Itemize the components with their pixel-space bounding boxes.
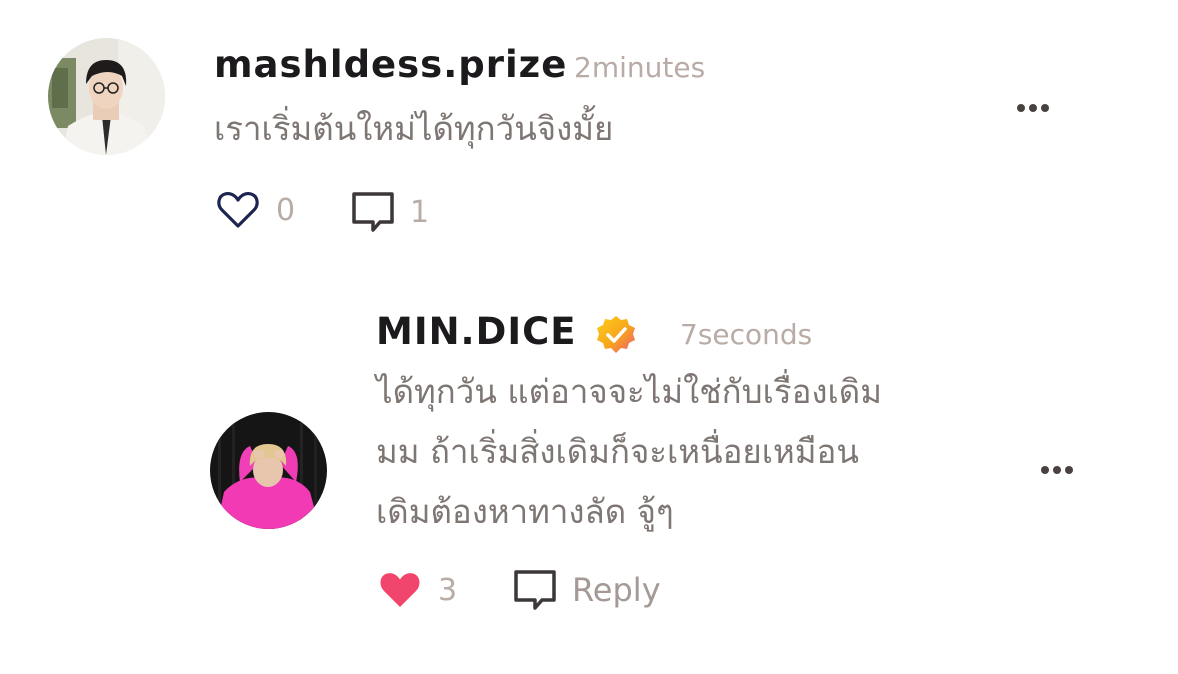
reply-username[interactable]: MIN.DICE (376, 310, 577, 353)
more-dots-icon (1017, 104, 1025, 112)
heart-filled-icon (380, 573, 420, 607)
comment-text-line: เราเริ่มต้นใหม่ได้ทุกวันจิงมั้ย (214, 109, 614, 148)
reply-text-line: เดิมต้องหาทางลัด จู้ๆ (376, 492, 674, 531)
reply-button[interactable]: Reply (512, 568, 661, 612)
reply-text: ได้ทุกวัน แต่อาจจะไม่ใช่กับเรื่องเดิม มม… (376, 362, 882, 542)
comment-bubble-icon (352, 192, 394, 232)
like-count: 3 (438, 572, 458, 608)
comment-timestamp: 2minutes (574, 51, 706, 84)
more-dots-icon (1041, 466, 1049, 474)
reply-text-line: ได้ทุกวัน แต่อาจจะไม่ใช่กับเรื่องเดิม (376, 372, 882, 411)
comment-bubble-icon (514, 570, 556, 610)
like-button[interactable]: 0 (216, 190, 295, 230)
avatar[interactable] (210, 412, 327, 529)
reply-count: 1 (410, 194, 430, 230)
avatar[interactable] (48, 38, 165, 155)
more-options-button[interactable] (1041, 466, 1073, 474)
reply-label: Reply (572, 571, 661, 609)
comment-button[interactable]: 1 (350, 190, 429, 234)
comment-text: เราเริ่มต้นใหม่ได้ทุกวันจิงมั้ย (214, 100, 613, 158)
more-options-button[interactable] (1017, 104, 1049, 112)
like-count: 0 (276, 192, 296, 228)
reply-timestamp: 7seconds (680, 318, 813, 351)
like-button[interactable]: 3 (378, 570, 457, 610)
heart-icon (217, 192, 259, 228)
comment-username[interactable]: mashldess.prize (214, 43, 567, 86)
verified-check-icon (597, 316, 635, 353)
reply-text-line: มม ถ้าเริ่มสิ่งเดิมก็จะเหนื่อยเหมือน (376, 432, 859, 471)
